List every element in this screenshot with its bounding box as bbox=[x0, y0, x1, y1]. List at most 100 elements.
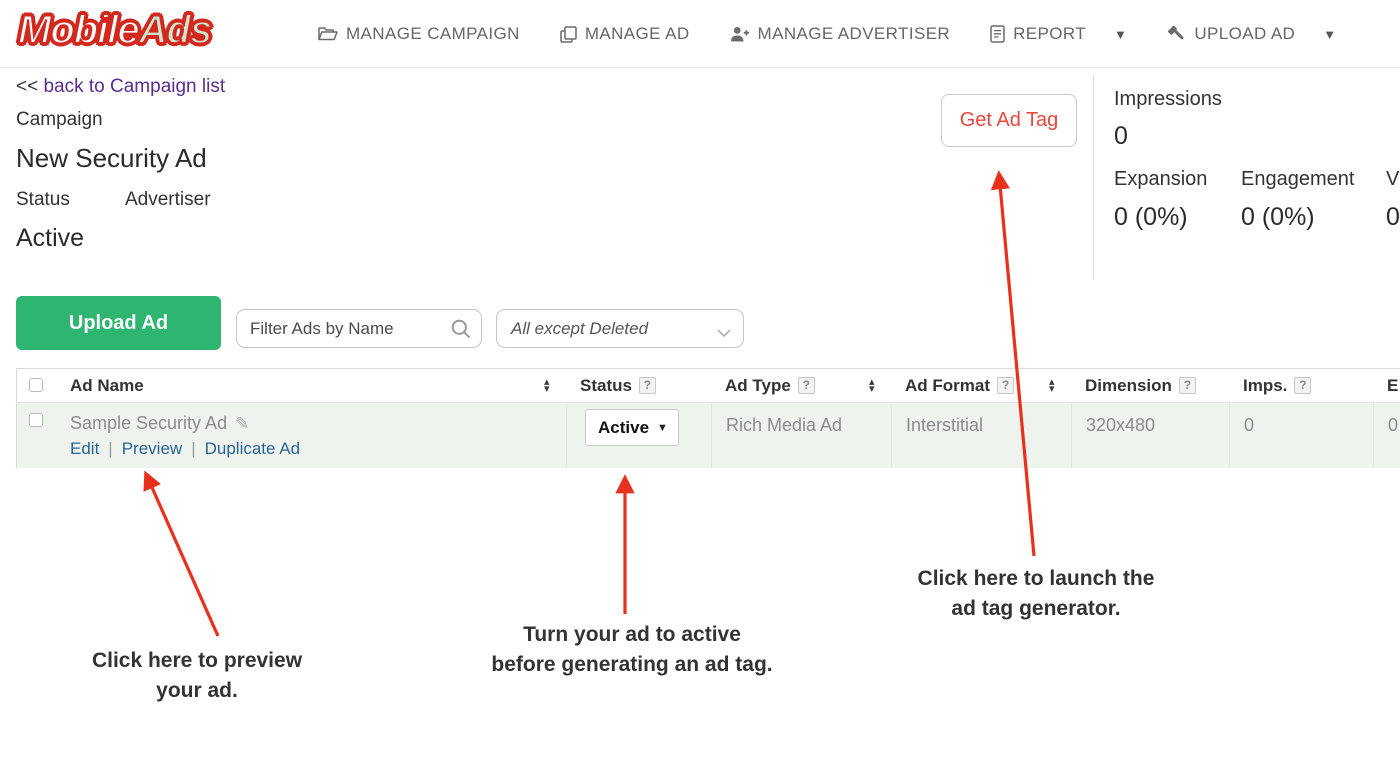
arrow-to-get-ad-tag bbox=[999, 174, 1034, 556]
advertiser-label: Advertiser bbox=[125, 189, 211, 211]
help-icon[interactable]: ? bbox=[1294, 377, 1311, 394]
get-ad-tag-button[interactable]: Get Ad Tag bbox=[941, 94, 1077, 147]
arrow-to-preview bbox=[146, 474, 218, 636]
expansion-label: Expansion bbox=[1114, 168, 1207, 191]
folder-open-icon bbox=[318, 26, 338, 42]
chevron-down-icon[interactable]: ▼ bbox=[1114, 27, 1127, 42]
nav-label: UPLOAD AD bbox=[1194, 24, 1295, 44]
row-checkbox[interactable] bbox=[29, 413, 43, 427]
back-to-campaign-list-link[interactable]: << back to Campaign list bbox=[16, 76, 225, 98]
column-label: Ad Type bbox=[725, 376, 791, 396]
help-icon[interactable]: ? bbox=[1179, 377, 1196, 394]
filter-ads-field bbox=[236, 309, 482, 348]
imps-cell: 0 bbox=[1229, 403, 1373, 468]
column-label: Dimension bbox=[1085, 376, 1172, 396]
nav-manage-ad[interactable]: MANAGE AD bbox=[560, 24, 690, 44]
campaign-label: Campaign bbox=[16, 109, 103, 131]
sort-down-arrow: ▾ bbox=[544, 386, 550, 393]
logo-part-mobile: Mobile bbox=[18, 8, 139, 52]
duplicate-ad-link[interactable]: Duplicate Ad bbox=[205, 439, 300, 458]
page: MobileAds MANAGE CAMPAIGN MANAGE AD MANA… bbox=[0, 0, 1400, 771]
help-icon[interactable]: ? bbox=[639, 377, 656, 394]
ad-name-text: Sample Security Ad bbox=[70, 413, 227, 433]
back-arrows: << bbox=[16, 76, 38, 97]
row-status-dropdown[interactable]: Active ▼ bbox=[585, 409, 679, 446]
table-header-row: Ad Name ▴▾ Status ? Ad Type ? ▴▾ Ad Form… bbox=[17, 369, 1400, 403]
report-icon bbox=[990, 25, 1005, 43]
column-header-ad-type[interactable]: Ad Type ? bbox=[711, 369, 891, 402]
column-label: Ad Format bbox=[905, 376, 990, 396]
search-icon[interactable] bbox=[450, 318, 472, 345]
edit-link[interactable]: Edit bbox=[70, 439, 99, 458]
status-filter-dropdown[interactable]: All except Deleted bbox=[496, 309, 744, 348]
annotation-line: Turn your ad to active bbox=[452, 620, 812, 650]
annotation-line: your ad. bbox=[57, 676, 337, 706]
copy-icon bbox=[560, 26, 577, 43]
clipped-cell: 0 bbox=[1373, 403, 1400, 468]
ads-table: Ad Name ▴▾ Status ? Ad Type ? ▴▾ Ad Form… bbox=[16, 368, 1400, 468]
user-plus-icon bbox=[730, 26, 750, 42]
filter-ads-input[interactable] bbox=[236, 309, 482, 348]
pipe-separator: | bbox=[108, 439, 112, 458]
clipped-stat-value: 0 bbox=[1386, 203, 1400, 232]
sort-down-arrow: ▾ bbox=[1049, 386, 1055, 393]
annotation-active: Turn your ad to active before generating… bbox=[452, 620, 812, 680]
impressions-value: 0 bbox=[1114, 122, 1128, 151]
annotation-line: before generating an ad tag. bbox=[452, 650, 812, 680]
campaign-name: New Security Ad bbox=[16, 143, 207, 174]
column-header-dimension[interactable]: Dimension ? bbox=[1071, 369, 1229, 402]
column-label: Status bbox=[580, 376, 632, 396]
column-header-ad-format[interactable]: Ad Format ? bbox=[891, 369, 1071, 402]
annotation-line: Click here to preview bbox=[57, 646, 337, 676]
annotation-line: Click here to launch the bbox=[876, 564, 1196, 594]
column-header-status[interactable]: Status ? bbox=[566, 369, 711, 402]
table-row: Sample Security Ad ✎ Edit | Preview | Duplica… bbox=[17, 403, 1400, 468]
ad-name-cell: Sample Security Ad ✎ Edit | Preview | Duplica… bbox=[56, 403, 566, 468]
column-header-clipped[interactable]: E bbox=[1373, 369, 1400, 402]
sort-down-arrow: ▾ bbox=[869, 386, 875, 393]
campaign-status-value: Active bbox=[16, 224, 84, 253]
engagement-value: 0 (0%) bbox=[1241, 203, 1315, 232]
stats-divider bbox=[1093, 75, 1094, 280]
annotation-ad-tag: Click here to launch the ad tag generato… bbox=[876, 564, 1196, 624]
annotation-preview: Click here to preview your ad. bbox=[57, 646, 337, 706]
gavel-icon bbox=[1167, 25, 1186, 43]
status-cell: Active ▼ bbox=[566, 403, 711, 468]
pipe-separator: | bbox=[191, 439, 195, 458]
column-label: E bbox=[1387, 376, 1398, 396]
column-header-ad-name[interactable]: Ad Name bbox=[56, 369, 566, 402]
help-icon[interactable]: ? bbox=[997, 377, 1014, 394]
status-label: Status bbox=[16, 189, 70, 211]
nav-label: MANAGE AD bbox=[585, 24, 690, 44]
nav-upload-ad[interactable]: UPLOAD AD ▼ bbox=[1167, 24, 1336, 44]
nav-report[interactable]: REPORT ▼ bbox=[990, 24, 1127, 44]
preview-link[interactable]: Preview bbox=[122, 439, 182, 458]
column-label: Ad Name bbox=[70, 376, 144, 396]
select-all-checkbox[interactable] bbox=[29, 378, 43, 392]
top-nav: MobileAds MANAGE CAMPAIGN MANAGE AD MANA… bbox=[0, 0, 1400, 68]
chevron-down-icon bbox=[717, 325, 731, 343]
column-header-imps[interactable]: Imps. ? bbox=[1229, 369, 1373, 402]
annotation-line: ad tag generator. bbox=[876, 594, 1196, 624]
mobileads-logo[interactable]: MobileAds bbox=[18, 8, 211, 53]
clipped-stat-label: V bbox=[1386, 168, 1399, 191]
nav-manage-advertiser[interactable]: MANAGE ADVERTISER bbox=[730, 24, 951, 44]
row-status-value: Active bbox=[598, 418, 649, 438]
dimension-cell: 320x480 bbox=[1071, 403, 1229, 468]
sort-icon[interactable]: ▴▾ bbox=[1049, 379, 1055, 393]
edit-pencil-icon[interactable]: ✎ bbox=[235, 414, 249, 433]
nav-manage-campaign[interactable]: MANAGE CAMPAIGN bbox=[318, 24, 520, 44]
sort-icon[interactable]: ▴▾ bbox=[869, 379, 875, 393]
chevron-down-icon: ▼ bbox=[657, 422, 668, 434]
help-icon[interactable]: ? bbox=[798, 377, 815, 394]
nav-label: MANAGE CAMPAIGN bbox=[346, 24, 520, 44]
sort-icon[interactable]: ▴▾ bbox=[544, 379, 550, 393]
column-label: Imps. bbox=[1243, 376, 1287, 396]
chevron-down-icon[interactable]: ▼ bbox=[1323, 27, 1336, 42]
expansion-value: 0 (0%) bbox=[1114, 203, 1188, 232]
ad-format-cell: Interstitial bbox=[891, 403, 1071, 468]
upload-ad-button[interactable]: Upload Ad bbox=[16, 296, 221, 350]
row-actions: Edit | Preview | Duplicate Ad bbox=[70, 439, 566, 459]
ad-type-cell: Rich Media Ad bbox=[711, 403, 891, 468]
impressions-label: Impressions bbox=[1114, 88, 1222, 111]
